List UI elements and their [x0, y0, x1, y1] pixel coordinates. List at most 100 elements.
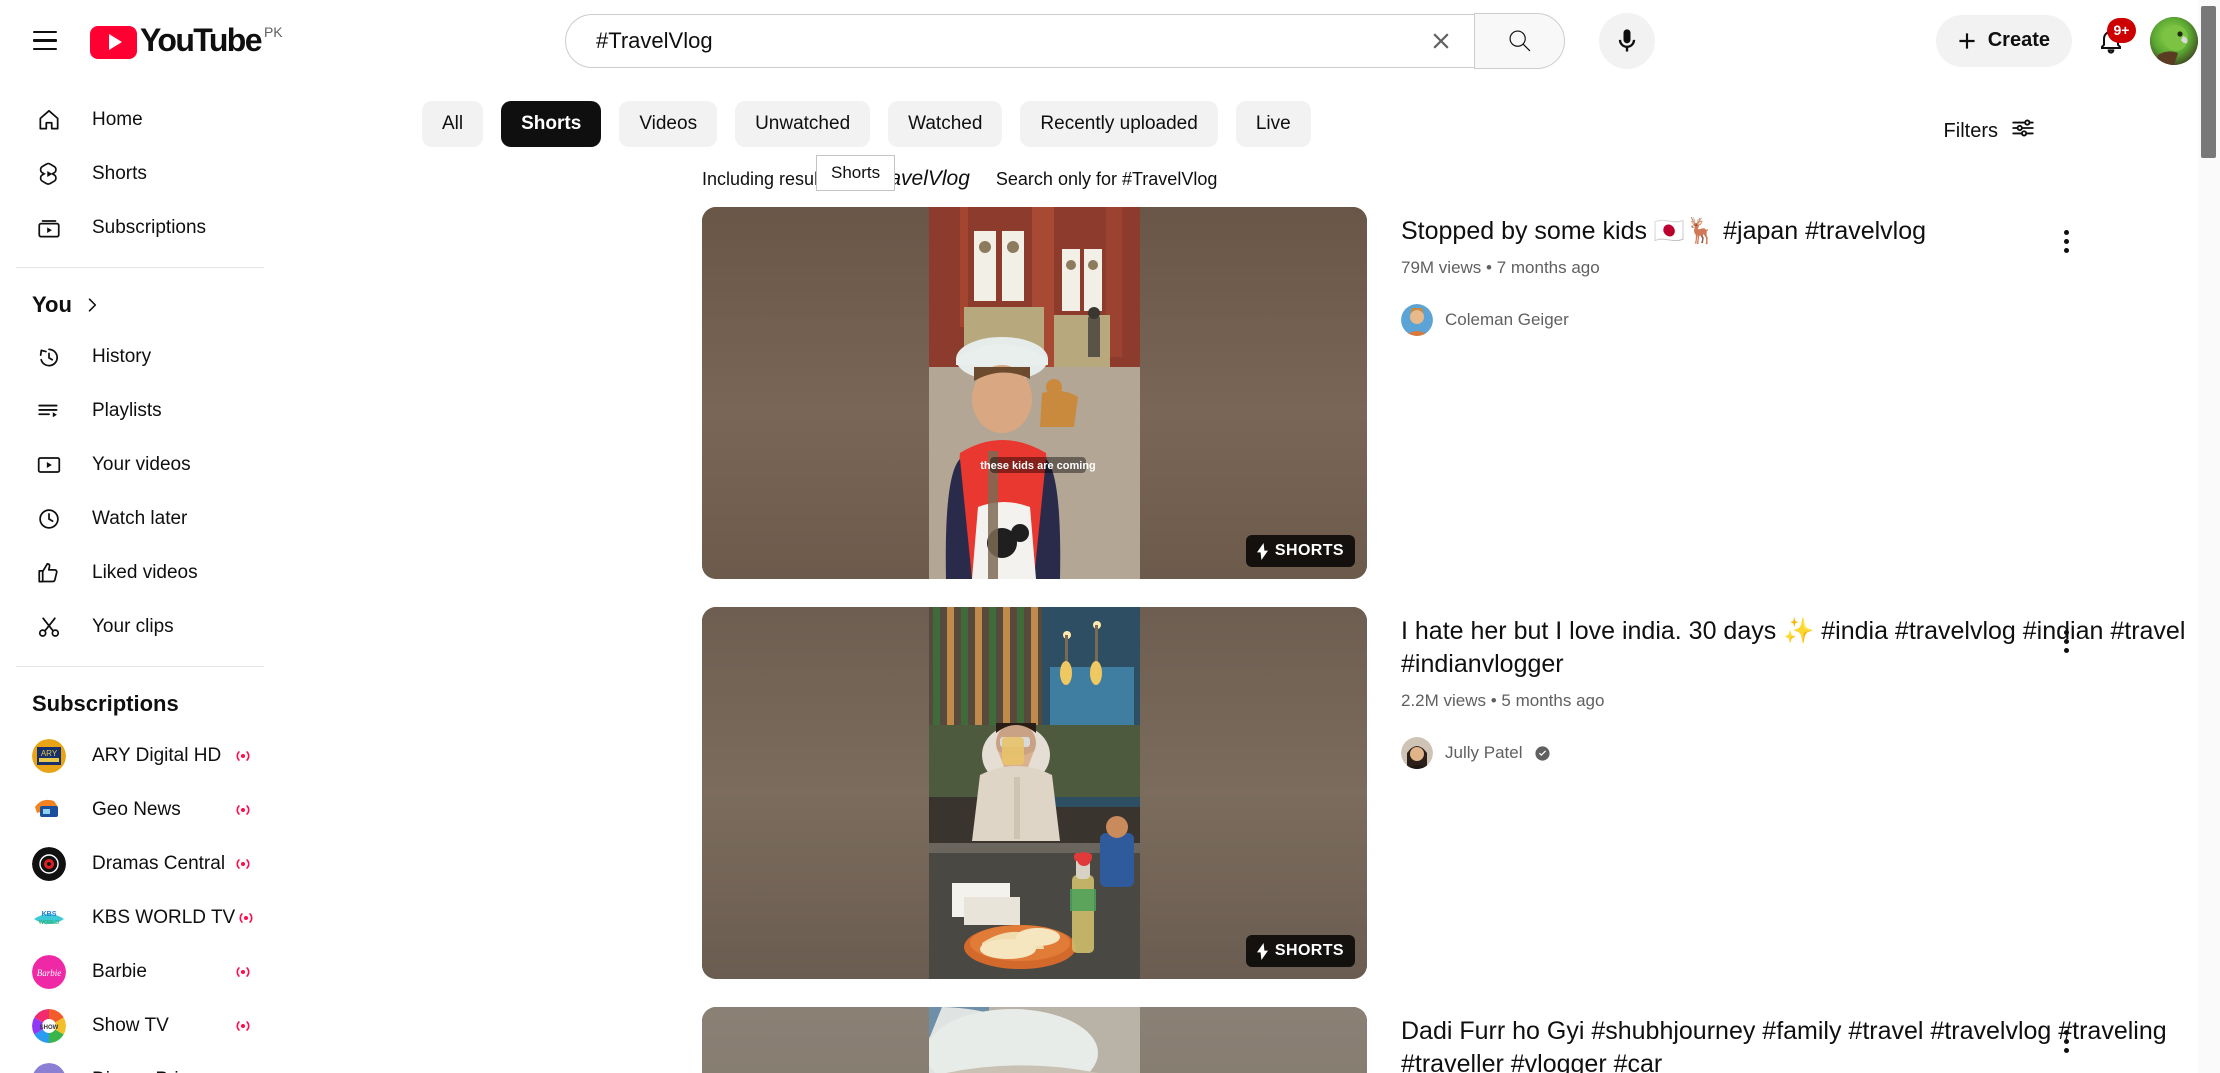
sidebar-item-label: Home [92, 109, 143, 130]
sidebar-item-watch-later[interactable]: Watch later [12, 492, 268, 546]
chip-recently-uploaded[interactable]: Recently uploaded [1020, 101, 1218, 147]
main-content: All Shorts Videos Unwatched Watched Rece… [280, 81, 2208, 1073]
svg-text:these kids are coming: these kids are coming [980, 460, 1096, 472]
youtube-play-icon [90, 25, 137, 59]
channel-name[interactable]: Jully Patel [1445, 743, 1522, 763]
sidebar-channel-show-tv[interactable]: SHOW Show TV [12, 999, 268, 1053]
sidebar-channel-ary-digital-hd[interactable]: ARY ARY Digital HD [12, 729, 268, 783]
plus-icon [1959, 32, 1975, 49]
masthead-start: YouTube PK [0, 12, 420, 70]
playlists-icon [32, 398, 66, 424]
live-broadcast-icon [232, 1015, 254, 1037]
masthead: YouTube PK #TravelVlog Create 9+ [0, 0, 2220, 81]
sidebar-item-label: Playlists [92, 400, 162, 421]
video-channel[interactable]: Coleman Geiger [1401, 304, 2208, 336]
scissors-icon [32, 614, 66, 640]
more-vertical-icon [2063, 1029, 2069, 1053]
channel-avatar: Disney Princess [32, 1063, 66, 1073]
masthead-center [420, 12, 1800, 69]
search-submit-button[interactable] [1474, 12, 1565, 69]
svg-text:KBS: KBS [42, 911, 57, 918]
clear-search-button[interactable] [1414, 14, 1468, 68]
live-broadcast-icon [232, 853, 254, 875]
video-more-actions-button[interactable] [2042, 217, 2090, 265]
search-input[interactable] [596, 27, 1414, 54]
sidebar-item-your-videos[interactable]: Your videos [12, 438, 268, 492]
chip-unwatched[interactable]: Unwatched [735, 101, 871, 147]
channel-name[interactable]: Coleman Geiger [1445, 310, 1569, 330]
logo-country-code: PK [263, 23, 283, 40]
video-more-actions-button[interactable] [2042, 1017, 2090, 1065]
search-result-item: these kids are coming SHORTS Stopped by … [702, 207, 2208, 579]
video-thumbnail[interactable]: these kids are coming SHORTS [702, 207, 1367, 579]
sidebar-item-liked-videos[interactable]: Liked videos [12, 546, 268, 600]
home-icon [32, 107, 66, 133]
chip-all[interactable]: All [422, 101, 484, 147]
shorts-bolt-icon [1256, 542, 1268, 560]
search-only-for-link[interactable]: Search only for #TravelVlog [996, 169, 1217, 190]
sidebar-item-your-clips[interactable]: Your clips [12, 600, 268, 654]
sidebar-you-header[interactable]: You [12, 280, 268, 330]
account-avatar-button[interactable] [2150, 16, 2198, 65]
channel-avatar: KBS WORLD [32, 901, 66, 935]
shorts-bolt-icon [1256, 942, 1268, 960]
hamburger-icon [33, 31, 57, 50]
sidebar-channel-kbs-world-tv[interactable]: KBS WORLD KBS WORLD TV [12, 891, 268, 945]
filters-button[interactable]: Filters [1934, 107, 2046, 155]
shorts-icon [32, 161, 66, 187]
chip-live[interactable]: Live [1235, 101, 1311, 147]
search-result-item: Dadi Furr ho Gyi #shubhjourney #family #… [702, 1007, 2208, 1073]
sidebar-item-history[interactable]: History [12, 330, 268, 384]
close-icon [1433, 32, 1449, 49]
channel-avatar: ARY [32, 739, 66, 773]
sidebar-item-shorts[interactable]: Shorts [12, 147, 268, 201]
search-result-item: SHORTS I hate her but I love india. 30 d… [702, 607, 2208, 979]
shorts-badge-label: SHORTS [1274, 942, 1344, 959]
live-broadcast-icon [235, 907, 257, 929]
thumbs-up-icon [32, 560, 66, 586]
search-results-list: these kids are coming SHORTS Stopped by … [280, 207, 2208, 1073]
live-broadcast-icon [232, 799, 254, 821]
voice-search-button[interactable] [1599, 12, 1655, 69]
sidebar-channel-label: Dramas Central [92, 853, 226, 874]
guide-you-section: You History Playlists Your videos Watch … [0, 268, 280, 666]
guide-subscriptions-section: Subscriptions ARY ARY Digital HD Geo New… [0, 667, 280, 1073]
chip-videos[interactable]: Videos [619, 101, 718, 147]
sidebar-channel-label: Barbie [92, 961, 147, 982]
youtube-logo[interactable]: YouTube PK [90, 23, 283, 59]
sidebar-item-playlists[interactable]: Playlists [12, 384, 268, 438]
live-broadcast-icon [232, 961, 254, 983]
chip-shorts[interactable]: Shorts [501, 101, 602, 147]
svg-text:Barbie: Barbie [37, 968, 62, 978]
sidebar-item-home[interactable]: Home [12, 93, 268, 147]
sidebar-item-label: Your clips [92, 616, 174, 637]
sidebar-channel-label: Show TV [92, 1015, 169, 1036]
search-correction-bar: Including results for: TravelVlog Search… [280, 167, 2208, 207]
guide-toggle-button[interactable] [16, 12, 74, 70]
live-broadcast-icon [232, 745, 254, 767]
sidebar-item-subscriptions[interactable]: Subscriptions [12, 201, 268, 255]
svg-text:WORLD: WORLD [39, 920, 60, 926]
create-button[interactable]: Create [1935, 14, 2072, 67]
search-icon [1509, 30, 1530, 51]
sidebar-guide[interactable]: Home Shorts Subscriptions You History Pl… [0, 81, 280, 1073]
search-box[interactable] [565, 13, 1474, 68]
sidebar-channel-geo-news[interactable]: Geo News [12, 783, 268, 837]
channel-avatar [1401, 304, 1433, 336]
filter-chip-bar[interactable]: All Shorts Videos Unwatched Watched Rece… [280, 81, 2208, 191]
video-channel[interactable]: Jully Patel [1401, 737, 2208, 769]
sidebar-channel-disney-princess[interactable]: Disney Princess Disney Princess [12, 1053, 268, 1073]
clock-icon [32, 506, 66, 532]
notifications-button[interactable]: 9+ [2082, 12, 2140, 70]
sidebar-channel-barbie[interactable]: Barbie Barbie [12, 945, 268, 999]
channel-avatar [32, 847, 66, 881]
svg-text:ARY: ARY [41, 749, 58, 758]
video-thumbnail[interactable] [702, 1007, 1367, 1073]
page-scrollbar[interactable] [2198, 0, 2220, 1073]
sidebar-channel-dramas-central[interactable]: Dramas Central [12, 837, 268, 891]
chip-watched[interactable]: Watched [888, 101, 1003, 147]
video-more-actions-button[interactable] [2042, 617, 2090, 665]
video-thumbnail[interactable]: SHORTS [702, 607, 1367, 979]
scrollbar-thumb[interactable] [2201, 6, 2216, 158]
chevron-right-icon [82, 295, 102, 315]
